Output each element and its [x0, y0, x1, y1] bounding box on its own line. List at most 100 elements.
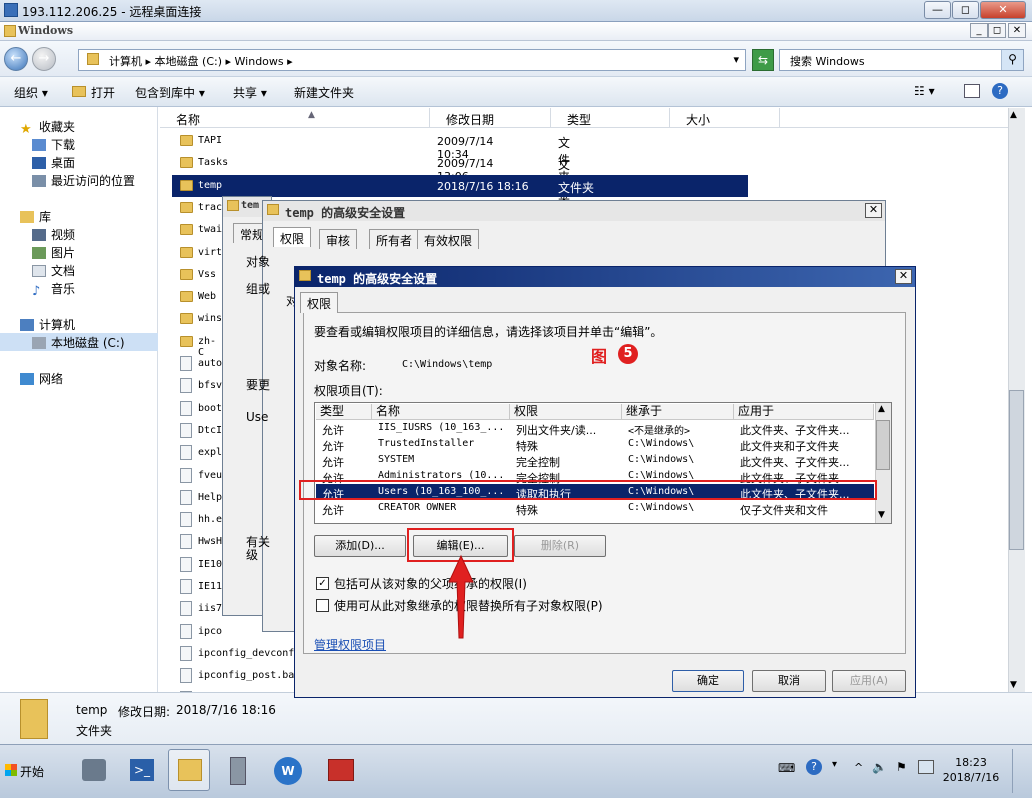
breadcrumb-drive[interactable]: 本地磁盘 (C:): [155, 55, 222, 68]
dialog-intro: 要查看或编辑权限项目的详细信息，请选择该项目并单击“编辑”。: [314, 325, 663, 339]
back-button[interactable]: ←: [4, 47, 28, 71]
forward-button[interactable]: →: [32, 47, 56, 71]
network-tray-icon[interactable]: [918, 760, 934, 774]
explorer-minimize-button[interactable]: _: [970, 23, 988, 38]
action-center-flag-icon[interactable]: ⚑: [896, 760, 907, 774]
windows-logo-icon: [5, 764, 17, 776]
column-applies-to[interactable]: 应用于: [734, 404, 874, 420]
permission-entry[interactable]: 允许 SYSTEM 完全控制 C:\Windows\ 此文件夹、子文件夹...: [316, 452, 874, 469]
tab-permissions-back[interactable]: 权限: [273, 227, 312, 247]
scroll-down-icon[interactable]: ▼: [878, 510, 885, 520]
nav-network[interactable]: 网络: [20, 370, 63, 388]
permission-name: TrustedInstaller: [378, 438, 475, 449]
taskbar-clock[interactable]: 18:23 2018/7/16: [940, 755, 1002, 785]
nav-music[interactable]: ♪ 音乐: [32, 280, 75, 299]
drive-icon: [32, 337, 46, 349]
ok-button[interactable]: 确定: [672, 670, 744, 692]
folder-icon: [87, 53, 99, 65]
permission-entry[interactable]: 允许 TrustedInstaller 特殊 C:\Windows\ 此文件夹和子文件夹: [316, 436, 874, 453]
server-icon[interactable]: [216, 749, 258, 791]
server-manager-icon[interactable]: [72, 749, 114, 791]
scroll-down-icon[interactable]: ▼: [1010, 680, 1017, 690]
breadcrumb-computer[interactable]: 计算机: [109, 55, 142, 68]
rdp-close-button[interactable]: ✕: [980, 1, 1026, 19]
permission-entry[interactable]: 允许 IIS_IUSRS (10_163_... 列出文件夹/读... <不是继承的>…: [316, 420, 874, 437]
tab-effective-permissions[interactable]: 有效权限: [417, 229, 480, 249]
open-button[interactable]: 打开: [91, 84, 115, 101]
add-button[interactable]: 添加(D)...: [314, 535, 406, 557]
scrollbar-thumb[interactable]: [876, 420, 890, 470]
preview-pane-icon[interactable]: [964, 84, 980, 98]
column-size[interactable]: 大小: [670, 108, 780, 128]
keyboard-icon[interactable]: ⌨: [778, 761, 795, 775]
nav-favorites[interactable]: ★ 收藏夹: [20, 118, 75, 137]
close-icon[interactable]: ✕: [895, 269, 912, 284]
inherit-checkbox[interactable]: ✓: [316, 577, 329, 590]
navigation-pane: [0, 107, 158, 692]
file-icon: [180, 422, 192, 438]
file-name: TAPI: [198, 135, 223, 146]
permission-entry[interactable]: 允许 CREATOR OWNER 特殊 C:\Windows\ 仅子文件夹和文件: [316, 500, 874, 517]
manage-permissions-link[interactable]: 管理权限项目: [314, 636, 386, 653]
nav-pictures[interactable]: 图片: [32, 244, 75, 262]
speaker-muted-icon[interactable]: 🔈: [872, 760, 887, 774]
address-bar[interactable]: 计算机 ▸ 本地磁盘 (C:) ▸ Windows ▸ ▾: [78, 49, 746, 71]
scroll-up-icon[interactable]: ▲: [1010, 110, 1017, 120]
toolbox-icon[interactable]: [318, 749, 360, 791]
partial-text: 要更: [246, 378, 271, 392]
tab-permissions[interactable]: 权限: [300, 292, 339, 313]
column-date[interactable]: 修改日期: [430, 108, 551, 128]
language-menu-icon[interactable]: ▾: [832, 759, 837, 770]
nav-computer[interactable]: 计算机: [20, 316, 75, 334]
remove-button[interactable]: 删除(R): [514, 535, 606, 557]
refresh-button[interactable]: ⇆: [752, 49, 774, 71]
show-hidden-icons[interactable]: ^: [854, 761, 863, 774]
folder-icon: [267, 204, 279, 215]
search-icon[interactable]: ⚲: [1001, 50, 1023, 70]
file-list-item[interactable]: temp 2018/7/16 18:16 文件夹: [172, 174, 748, 197]
nav-video[interactable]: 视频: [32, 226, 75, 244]
include-in-library-menu[interactable]: 包含到库中 ▾: [135, 84, 205, 101]
nav-recent[interactable]: 最近访问的位置: [32, 172, 135, 190]
close-icon[interactable]: ✕: [865, 203, 882, 218]
view-options-icon[interactable]: ☷ ▾: [914, 84, 935, 98]
show-desktop-button[interactable]: [1012, 749, 1026, 793]
scrollbar-thumb[interactable]: [1009, 390, 1024, 550]
breadcrumb-windows[interactable]: Windows: [235, 55, 284, 68]
column-name[interactable]: 名称: [160, 108, 430, 128]
permission-name: IIS_IUSRS (10_163_...: [378, 422, 505, 433]
rdp-restore-button[interactable]: ◻: [952, 1, 979, 19]
column-inherited-from[interactable]: 继承于: [622, 404, 734, 420]
organize-menu[interactable]: 组织 ▾: [14, 84, 48, 101]
nav-desktop[interactable]: 桌面: [32, 154, 75, 172]
column-permission[interactable]: 权限: [510, 404, 622, 420]
explorer-close-button[interactable]: ✕: [1008, 23, 1026, 38]
scroll-up-icon[interactable]: ▲: [878, 404, 885, 414]
powershell-icon[interactable]: >_: [120, 749, 162, 791]
nav-local-disk[interactable]: 本地磁盘 (C:): [32, 334, 125, 352]
help-icon[interactable]: ?: [806, 759, 822, 775]
help-icon[interactable]: ?: [992, 83, 1008, 99]
column-name[interactable]: 名称: [372, 404, 510, 420]
explorer-restore-button[interactable]: ◻: [988, 23, 1006, 38]
explorer-taskbar-icon[interactable]: [168, 749, 210, 791]
address-dropdown-icon[interactable]: ▾: [733, 53, 739, 66]
nav-documents[interactable]: 文档: [32, 262, 75, 280]
apply-button[interactable]: 应用(A): [832, 670, 906, 692]
replace-checkbox[interactable]: [316, 599, 329, 612]
annotation-label: 图: [591, 347, 608, 366]
nav-downloads[interactable]: 下载: [32, 136, 75, 154]
tab-owner[interactable]: 所有者: [369, 229, 420, 249]
column-type[interactable]: 类型: [316, 404, 372, 420]
nav-libraries[interactable]: 库: [20, 208, 51, 226]
tab-auditing[interactable]: 审核: [319, 229, 358, 249]
column-type[interactable]: 类型: [551, 108, 670, 128]
new-folder-button[interactable]: 新建文件夹: [294, 84, 354, 101]
security-shield-icon[interactable]: W: [266, 749, 308, 791]
file-icon: [180, 579, 192, 594]
share-menu[interactable]: 共享 ▾: [233, 84, 267, 101]
rdp-minimize-button[interactable]: —: [924, 1, 951, 19]
cancel-button[interactable]: 取消: [752, 670, 826, 692]
start-button[interactable]: 开始: [2, 755, 54, 785]
search-input[interactable]: 搜索 Windows: [779, 49, 1024, 71]
